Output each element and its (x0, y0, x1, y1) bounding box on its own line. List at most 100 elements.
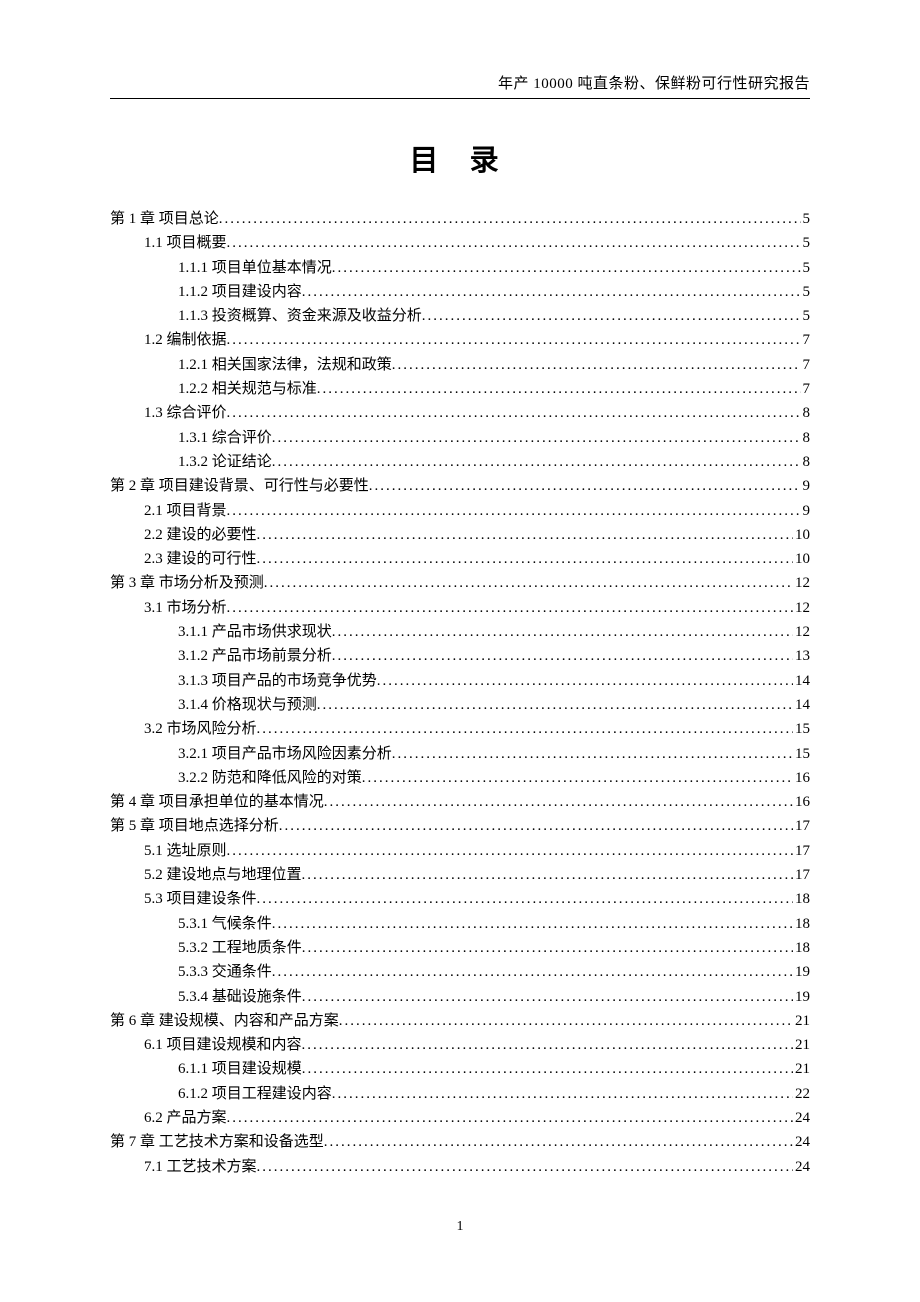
toc-leader-dots (257, 717, 793, 741)
toc-entry: 1.2.2 相关规范与标准7 (110, 377, 810, 401)
toc-leader-dots (257, 1155, 793, 1179)
toc-entry-page: 19 (793, 985, 810, 1009)
toc-leader-dots (257, 523, 793, 547)
toc-leader-dots (257, 887, 793, 911)
toc-entry: 1.3.2 论证结论8 (110, 450, 810, 474)
toc-entry-page: 18 (793, 887, 810, 911)
toc-leader-dots (302, 985, 793, 1009)
toc-entry: 3.1.1 产品市场供求现状 12 (110, 620, 810, 644)
toc-leader-dots (272, 912, 793, 936)
toc-entry-label: 第 2 章 项目建设背景、可行性与必要性 (110, 474, 369, 498)
document-page: 年产 10000 吨直条粉、保鲜粉可行性研究报告 目 录 第 1 章 项目总论5… (0, 0, 920, 1275)
toc-entry: 5.3.2 工程地质条件18 (110, 936, 810, 960)
toc-entry-label: 3.1.2 产品市场前景分析 (178, 644, 332, 668)
toc-entry: 3.2 市场风险分析15 (110, 717, 810, 741)
toc-leader-dots (227, 499, 801, 523)
toc-leader-dots (264, 571, 793, 595)
toc-leader-dots (272, 450, 801, 474)
toc-entry-label: 5.3.4 基础设施条件 (178, 985, 302, 1009)
toc-entry-page: 17 (793, 863, 810, 887)
toc-leader-dots (392, 742, 793, 766)
toc-entry-page: 16 (793, 790, 810, 814)
toc-entry-page: 14 (793, 693, 810, 717)
toc-entry: 3.2.2 防范和降低风险的对策16 (110, 766, 810, 790)
toc-entry: 6.2 产品方案24 (110, 1106, 810, 1130)
toc-entry: 1.2.1 相关国家法律，法规和政策 7 (110, 353, 810, 377)
toc-leader-dots (302, 1057, 793, 1081)
toc-entry-label: 6.1.2 项目工程建设内容 (178, 1082, 332, 1106)
toc-entry-page: 8 (801, 401, 811, 425)
toc-leader-dots (302, 936, 793, 960)
toc-entry-page: 16 (793, 766, 810, 790)
toc-leader-dots (332, 644, 793, 668)
toc-entry: 2.3 建设的可行性 10 (110, 547, 810, 571)
toc-entry-page: 7 (801, 353, 811, 377)
toc-entry: 2.1 项目背景9 (110, 499, 810, 523)
toc-entry-page: 21 (793, 1009, 810, 1033)
toc-entry-page: 17 (793, 814, 810, 838)
toc-entry-page: 18 (793, 912, 810, 936)
toc-leader-dots (317, 377, 801, 401)
toc-leader-dots (227, 401, 801, 425)
toc-leader-dots (227, 839, 793, 863)
toc-entry-label: 2.3 建设的可行性 (144, 547, 257, 571)
toc-entry-page: 8 (801, 426, 811, 450)
toc-entry: 1.1 项目概要 5 (110, 231, 810, 255)
toc-leader-dots (272, 426, 801, 450)
toc-entry-page: 10 (793, 523, 810, 547)
toc-entry: 5.3.4 基础设施条件 19 (110, 985, 810, 1009)
toc-leader-dots (369, 474, 801, 498)
toc-leader-dots (302, 863, 793, 887)
toc-leader-dots (324, 790, 793, 814)
toc-entry-page: 5 (801, 304, 811, 328)
toc-entry-page: 5 (801, 231, 811, 255)
toc-entry-label: 第 5 章 项目地点选择分析 (110, 814, 279, 838)
toc-entry-page: 5 (801, 207, 811, 231)
toc-leader-dots (332, 620, 793, 644)
toc-entry: 3.1.2 产品市场前景分析13 (110, 644, 810, 668)
toc-entry: 5.1 选址原则 17 (110, 839, 810, 863)
toc-entry-page: 7 (801, 328, 811, 352)
toc-entry-label: 第 4 章 项目承担单位的基本情况 (110, 790, 324, 814)
toc-entry-page: 7 (801, 377, 811, 401)
toc-leader-dots (362, 766, 793, 790)
table-of-contents: 第 1 章 项目总论51.1 项目概要51.1.1 项目单位基本情况51.1.2… (110, 207, 810, 1179)
toc-entry-page: 17 (793, 839, 810, 863)
toc-entry-label: 3.2 市场风险分析 (144, 717, 257, 741)
toc-entry-page: 12 (793, 571, 810, 595)
toc-entry-page: 19 (793, 960, 810, 984)
toc-leader-dots (227, 596, 793, 620)
toc-leader-dots (317, 693, 793, 717)
toc-entry-label: 5.1 选址原则 (144, 839, 227, 863)
toc-entry: 1.1.3 投资概算、资金来源及收益分析 5 (110, 304, 810, 328)
toc-leader-dots (219, 207, 801, 231)
toc-entry: 1.3.1 综合评价8 (110, 426, 810, 450)
toc-entry-page: 10 (793, 547, 810, 571)
toc-leader-dots (377, 669, 793, 693)
toc-leader-dots (257, 547, 793, 571)
toc-entry: 第 7 章 工艺技术方案和设备选型24 (110, 1130, 810, 1154)
toc-entry: 1.2 编制依据7 (110, 328, 810, 352)
toc-entry-page: 24 (793, 1106, 810, 1130)
toc-entry: 5.3 项目建设条件18 (110, 887, 810, 911)
toc-leader-dots (272, 960, 793, 984)
toc-entry-label: 1.1 项目概要 (144, 231, 227, 255)
toc-entry-label: 1.1.2 项目建设内容 (178, 280, 302, 304)
toc-entry: 第 2 章 项目建设背景、可行性与必要性9 (110, 474, 810, 498)
toc-entry-page: 12 (793, 620, 810, 644)
toc-entry-label: 3.1.1 产品市场供求现状 (178, 620, 332, 644)
toc-entry-page: 5 (801, 280, 811, 304)
toc-entry-label: 1.2.1 相关国家法律，法规和政策 (178, 353, 392, 377)
toc-entry-label: 6.1 项目建设规模和内容 (144, 1033, 302, 1057)
toc-entry-page: 9 (801, 499, 811, 523)
toc-leader-dots (332, 1082, 793, 1106)
toc-entry-label: 1.1.3 投资概算、资金来源及收益分析 (178, 304, 422, 328)
toc-entry-label: 6.1.1 项目建设规模 (178, 1057, 302, 1081)
toc-entry-label: 1.1.1 项目单位基本情况 (178, 256, 332, 280)
toc-entry-label: 3.2.1 项目产品市场风险因素分析 (178, 742, 392, 766)
toc-entry-page: 24 (793, 1155, 810, 1179)
toc-entry: 1.1.2 项目建设内容 5 (110, 280, 810, 304)
toc-entry: 5.3.1 气候条件18 (110, 912, 810, 936)
toc-entry: 2.2 建设的必要性10 (110, 523, 810, 547)
toc-entry-page: 22 (793, 1082, 810, 1106)
